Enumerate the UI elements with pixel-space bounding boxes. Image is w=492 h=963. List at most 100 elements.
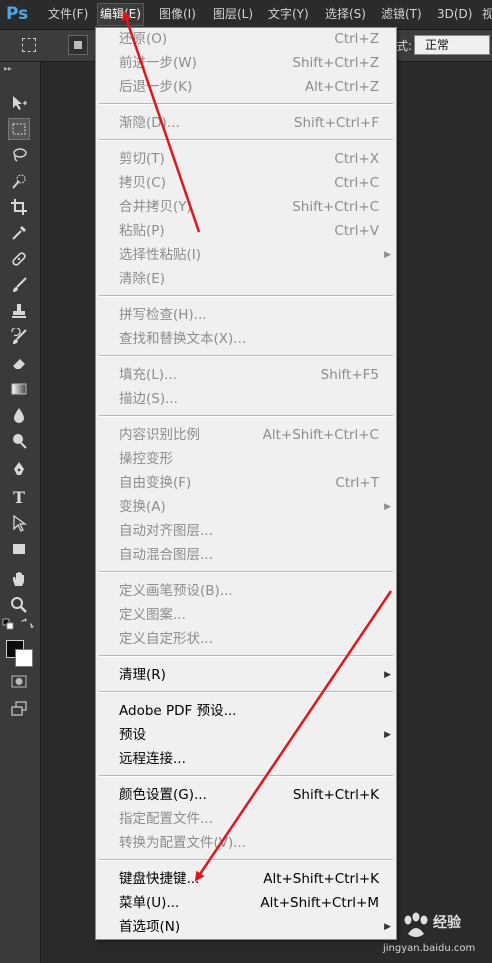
photoshop-logo: Ps (6, 4, 29, 24)
menu-3d[interactable]: 3D(D) (435, 4, 474, 25)
menu-item-assign-profile[interactable]: 指定配置文件... (119, 808, 381, 831)
menu-item-content-aware-scale[interactable]: 内容识别比例 Alt+Shift+Ctrl+C (119, 424, 381, 447)
menu-filter[interactable]: 滤镜(T) (379, 4, 424, 25)
rectangular-marquee-tool-icon[interactable] (8, 118, 30, 140)
menu-separator (99, 295, 393, 297)
menu-item-fade[interactable]: 渐隐(D)... Shift+Ctrl+F (119, 112, 381, 135)
menu-item-convert-to-profile[interactable]: 转换为配置文件(V)... (119, 832, 381, 855)
pen-tool-icon[interactable] (8, 458, 30, 480)
watermark-url: jingyan.baidu.com (383, 943, 476, 954)
healing-brush-tool-icon[interactable] (8, 248, 30, 270)
menu-item-menus[interactable]: 菜单(U)... Alt+Shift+Ctrl+M (119, 892, 381, 915)
default-colors-icon[interactable] (2, 618, 16, 630)
quick-mask-icon[interactable] (8, 670, 30, 692)
new-selection-button[interactable] (68, 35, 88, 55)
menu-item-label: 预设 (119, 727, 146, 743)
menu-edit[interactable]: 编辑(E) (97, 3, 144, 26)
blur-tool-icon[interactable] (8, 404, 30, 426)
menu-item-label: 自由变换(F) (119, 475, 192, 491)
menu-separator (99, 775, 393, 777)
rectangle-tool-icon[interactable] (8, 538, 30, 560)
menu-item-copy-merged[interactable]: 合并拷贝(Y) Shift+Ctrl+C (119, 196, 381, 219)
swap-colors-icon[interactable] (20, 618, 34, 630)
menu-item-adobe-pdf-presets[interactable]: Adobe PDF 预设... (119, 700, 381, 723)
quick-selection-tool-icon[interactable] (8, 170, 30, 192)
menu-item-paste[interactable]: 粘贴(P) Ctrl+V (119, 220, 381, 243)
move-tool-icon[interactable] (8, 92, 30, 114)
eyedropper-tool-icon[interactable] (8, 222, 30, 244)
menu-item-label: 变换(A) (119, 499, 166, 515)
menu-item-define-brush-preset[interactable]: 定义画笔预设(B)... (119, 580, 381, 603)
menu-item-auto-align-layers[interactable]: 自动对齐图层... (119, 520, 381, 543)
menu-item-clear[interactable]: 清除(E) (119, 268, 381, 291)
menu-item-label: 选择性粘贴(I) (119, 247, 202, 263)
menu-item-shortcut: Ctrl+C (334, 175, 379, 191)
type-tool-icon[interactable]: T (8, 486, 30, 508)
crop-tool-icon[interactable] (8, 196, 30, 218)
menu-item-color-settings[interactable]: 颜色设置(G)... Shift+Ctrl+K (119, 784, 381, 807)
menu-item-copy[interactable]: 拷贝(C) Ctrl+C (119, 172, 381, 195)
style-select[interactable]: 正常 (414, 35, 490, 55)
menu-item-free-transform[interactable]: 自由变换(F) Ctrl+T (119, 472, 381, 495)
menu-item-define-custom-shape[interactable]: 定义自定形状... (119, 628, 381, 651)
menu-item-check-spelling[interactable]: 拼写检查(H)... (119, 304, 381, 327)
zoom-tool-icon[interactable] (8, 594, 30, 616)
screen-mode-icon[interactable] (8, 698, 30, 720)
eraser-tool-icon[interactable] (8, 352, 30, 374)
menu-item-shortcut: Shift+Ctrl+Z (292, 55, 379, 71)
submenu-arrow-icon: ▶ (384, 250, 391, 260)
dodge-tool-icon[interactable] (8, 430, 30, 452)
brush-tool-icon[interactable] (8, 274, 30, 296)
menu-item-keyboard-shortcuts[interactable]: 键盘快捷键... Alt+Shift+Ctrl+K (119, 868, 381, 891)
menu-image[interactable]: 图像(I) (157, 4, 198, 25)
menu-item-find-replace[interactable]: 查找和替换文本(X)... (119, 328, 381, 351)
path-selection-tool-icon[interactable] (8, 512, 30, 534)
menu-item-label: 自动混合图层... (119, 547, 213, 563)
menu-item-transform[interactable]: 变换(A) ▶ (119, 496, 391, 519)
style-label: 式: (396, 39, 413, 53)
baidu-paw-icon (404, 912, 428, 937)
menu-item-fill[interactable]: 填充(L)... Shift+F5 (119, 364, 381, 387)
menu-item-shortcut: Alt+Ctrl+Z (304, 79, 379, 95)
submenu-arrow-icon: ▶ (384, 502, 391, 512)
menu-item-purge[interactable]: 清理(R) ▶ (119, 664, 391, 687)
menu-item-preferences[interactable]: 首选项(N) ▶ (119, 916, 391, 939)
menu-item-label: 描边(S)... (119, 391, 178, 407)
menu-select[interactable]: 选择(S) (323, 4, 368, 25)
watermark-brand: 经验 (433, 915, 461, 931)
menu-item-step-forward[interactable]: 前进一步(W) Shift+Ctrl+Z (119, 52, 381, 75)
background-color-swatch[interactable] (15, 649, 33, 667)
menu-item-label: 操控变形 (119, 451, 173, 467)
lasso-tool-icon[interactable] (8, 144, 30, 166)
menu-item-label: 定义图案... (119, 607, 186, 623)
menu-item-label: 清除(E) (119, 271, 166, 287)
menu-item-undo[interactable]: 还原(O) Ctrl+Z (119, 28, 381, 51)
menu-separator (99, 103, 393, 105)
menu-file[interactable]: 文件(F) (46, 4, 90, 25)
clone-stamp-tool-icon[interactable] (8, 300, 30, 322)
menu-view[interactable]: 视 (480, 4, 492, 25)
menu-item-auto-blend-layers[interactable]: 自动混合图层... (119, 544, 381, 567)
menu-item-label: 远程连接... (119, 751, 186, 767)
menu-separator (99, 415, 393, 417)
menu-item-stroke[interactable]: 描边(S)... (119, 388, 381, 411)
menu-item-paste-special[interactable]: 选择性粘贴(I) ▶ (119, 244, 391, 267)
menu-item-puppet-warp[interactable]: 操控变形 (119, 448, 381, 471)
menu-item-label: 键盘快捷键... (119, 871, 200, 887)
gradient-tool-icon[interactable] (8, 378, 30, 400)
history-brush-tool-icon[interactable] (8, 326, 30, 348)
menu-item-presets[interactable]: 预设 ▶ (119, 724, 391, 747)
menu-item-cut[interactable]: 剪切(T) Ctrl+X (119, 148, 381, 171)
menu-separator (99, 355, 393, 357)
menu-item-define-pattern[interactable]: 定义图案... (119, 604, 381, 627)
panel-grip-icon[interactable]: ▸▸ (4, 64, 12, 73)
marquee-preset-icon[interactable] (22, 38, 36, 52)
menu-item-shortcut: Ctrl+V (334, 223, 379, 239)
edit-menu-dropdown: 还原(O) Ctrl+Z 前进一步(W) Shift+Ctrl+Z 后退一步(K) A… (95, 27, 397, 940)
menu-item-step-backward[interactable]: 后退一步(K) Alt+Ctrl+Z (119, 76, 381, 99)
menu-type[interactable]: 文字(Y) (266, 4, 311, 25)
menu-item-remote-connections[interactable]: 远程连接... (119, 748, 381, 771)
hand-tool-icon[interactable] (8, 568, 30, 590)
menu-layer[interactable]: 图层(L) (211, 4, 255, 25)
menu-item-label: 指定配置文件... (119, 811, 213, 827)
